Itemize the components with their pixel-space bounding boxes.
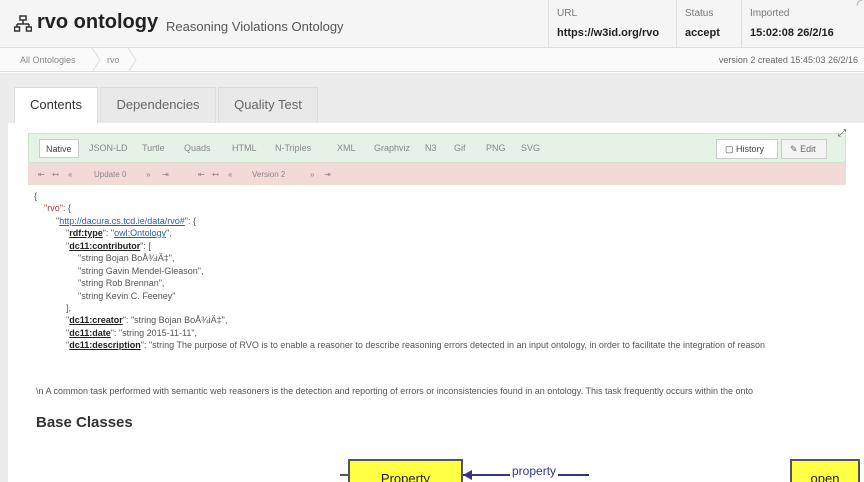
json-close-bracket: ], [66, 303, 72, 313]
json-date-line: "dc11:date": "string 2015-11-11", [66, 328, 198, 338]
app-name: rvo ontology [37, 11, 159, 33]
expand-icon[interactable]: ⤢ [838, 128, 846, 139]
version-forward-icon[interactable]: » [310, 170, 314, 179]
edit-button[interactable]: ✎ Edit [781, 139, 827, 159]
format-quads[interactable]: Quads [184, 143, 211, 153]
chevron-right-icon [91, 48, 101, 72]
status-meta: Status accept [676, 0, 738, 48]
version-skip-last-icon[interactable]: ⇥ [324, 170, 331, 179]
app-subtitle: Reasoning Violations Ontology [166, 19, 344, 34]
json-rvo-key: "rvo" [44, 203, 63, 213]
json-ns-line: "http://dacura.cs.tcd.ie/data/rvo#": { [56, 216, 196, 226]
json-contributor-item: "string Kevin C. Feeney" [78, 291, 176, 301]
diagram-edge-stub [340, 474, 348, 476]
json-contributor-line: "dc11:contributor": [ [66, 241, 151, 251]
json-creator-line: "dc11:creator": "string Bojan BoÅ¾iÄ‡", [66, 315, 228, 325]
json-description-line: "dc11:description": "string The purpose … [66, 340, 766, 350]
format-native[interactable]: Native [39, 139, 79, 158]
json-contributor-item: "string Bojan BoÅ¾iÄ‡", [78, 253, 175, 263]
history-icon: ▢ [725, 144, 734, 154]
format-n-triples[interactable]: N-Triples [275, 143, 311, 153]
json-contributor-key[interactable]: dc11:contributor [69, 241, 140, 251]
history-label: History [736, 144, 765, 154]
imported-meta: Imported 15:02:08 26/2/16 [741, 0, 864, 48]
version-note: version 2 created 15:45:03 26/2/16 [718, 55, 858, 65]
format-json-ld[interactable]: JSON-LD [89, 143, 128, 153]
corner-arc-icon: ◜ [856, 0, 862, 12]
hierarchy-icon [14, 15, 32, 32]
header: rvo ontology Reasoning Violations Ontolo… [0, 0, 864, 48]
json-open-brace: { [34, 191, 38, 201]
tab-dependencies[interactable]: Dependencies [100, 87, 216, 123]
status-value: accept [685, 27, 720, 39]
edit-label: Edit [800, 144, 816, 154]
url-value[interactable]: https://w3id.org/rvo [557, 27, 659, 39]
back-icon[interactable]: « [68, 170, 72, 179]
format-html[interactable]: HTML [232, 143, 257, 153]
json-rdf-type-val[interactable]: owl:Ontology [114, 228, 166, 238]
version-rewind-icon[interactable]: ↤ [212, 170, 219, 179]
diagram-edge-label: property [510, 464, 559, 478]
rewind-icon[interactable]: ↤ [52, 170, 59, 179]
json-rdf-type-line: "rdf:type": "owl:Ontology", [66, 228, 172, 238]
pencil-icon: ✎ [790, 144, 798, 154]
format-graphviz[interactable]: Graphviz [374, 143, 410, 153]
json-rvo-line: "rvo": { [44, 202, 71, 214]
skip-last-icon[interactable]: ⇥ [162, 170, 169, 179]
format-xml[interactable]: XML [337, 143, 356, 153]
tab-quality-test[interactable]: Quality Test [218, 87, 318, 123]
tab-contents[interactable]: Contents [14, 87, 98, 124]
breadcrumb-rvo[interactable]: rvo [107, 55, 120, 65]
json-ns-link[interactable]: http://dacura.cs.tcd.ie/data/rvo# [59, 216, 185, 226]
base-classes-heading: Base Classes [36, 414, 133, 431]
version-bar: ⇤ ↤ « Update 0 » ⇥ ⇤ ↤ « Version 2 » ⇥ [28, 163, 846, 185]
json-date-key[interactable]: dc11:date [69, 328, 111, 338]
format-png[interactable]: PNG [486, 143, 506, 153]
breadcrumb: All Ontologies rvo version 2 created 15:… [0, 48, 864, 72]
imported-label: Imported [750, 8, 790, 19]
format-turtle[interactable]: Turtle [142, 143, 165, 153]
json-rvo-open: : { [62, 203, 71, 213]
diagram-node-open[interactable]: open [790, 459, 860, 482]
version-skip-first-icon[interactable]: ⇤ [198, 170, 205, 179]
json-contributor-item: "string Rob Brennan", [78, 278, 165, 288]
url-meta: URL https://w3id.org/rvo [548, 0, 673, 48]
json-date-val: : "string 2015-11-11", [113, 328, 198, 338]
version-back-icon[interactable]: « [228, 170, 232, 179]
json-creator-key[interactable]: dc11:creator [69, 315, 123, 325]
format-gif[interactable]: Gif [454, 143, 466, 153]
history-button[interactable]: ▢ History [716, 139, 778, 159]
json-contributor-item: "string Gavin Mendel-Gleason", [78, 266, 204, 276]
diagram-arrowhead [463, 470, 472, 480]
skip-first-icon[interactable]: ⇤ [38, 170, 45, 179]
breadcrumb-all-ontologies[interactable]: All Ontologies [20, 55, 76, 65]
diagram-node-property[interactable]: Property [348, 459, 463, 482]
json-creator-val: : "string Bojan BoÅ¾iÄ‡", [125, 315, 228, 325]
url-label: URL [557, 8, 578, 19]
update-label: Update 0 [94, 170, 127, 179]
format-svg[interactable]: SVG [521, 143, 540, 153]
chevron-right-icon [127, 48, 137, 72]
json-description-val: : "string The purpose of RVO is to enabl… [143, 340, 766, 350]
description-text: \n A common task performed with semantic… [36, 386, 754, 396]
tab-bar: Contents Dependencies Quality Test [0, 73, 864, 124]
version-label: Version 2 [252, 170, 286, 179]
forward-icon[interactable]: » [146, 170, 150, 179]
json-rdf-type-key[interactable]: rdf:type [69, 228, 103, 238]
json-description-key[interactable]: dc11:description [69, 340, 141, 350]
status-label: Status [685, 8, 714, 19]
imported-value: 15:02:08 26/2/16 [750, 27, 834, 39]
format-bar: Native JSON-LD Turtle Quads HTML N-Tripl… [28, 133, 846, 163]
format-n3[interactable]: N3 [425, 143, 437, 153]
json-ns-open: ": { [184, 216, 196, 226]
